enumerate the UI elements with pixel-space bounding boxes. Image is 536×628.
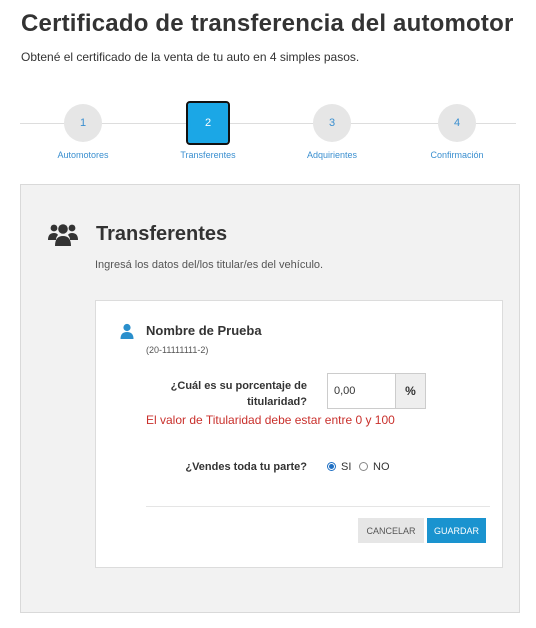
step-circle: 4 xyxy=(438,104,476,142)
section-description: Ingresá los datos del/los titular/es del… xyxy=(95,259,324,271)
sell-all-label: ¿Vendes toda tu parte? xyxy=(185,461,307,473)
page-subtitle: Obtené el certificado de la venta de tu … xyxy=(21,50,360,64)
step-label: Confirmación xyxy=(430,150,484,160)
step-label: Automotores xyxy=(57,150,109,160)
percentage-addon: % xyxy=(395,373,426,409)
step-3[interactable]: 3 Adquirientes xyxy=(277,104,387,160)
step-number: 1 xyxy=(79,117,87,129)
step-circle: 1 xyxy=(64,104,102,142)
radio-no[interactable] xyxy=(359,462,368,471)
step-4[interactable]: 4 Confirmación xyxy=(402,104,512,160)
step-label: Transferentes xyxy=(180,150,236,160)
step-1[interactable]: 1 Automotores xyxy=(28,104,138,160)
step-number: 4 xyxy=(453,117,461,129)
users-group-icon xyxy=(48,224,78,246)
cancel-button[interactable]: CANCELAR xyxy=(358,518,424,543)
radio-si[interactable] xyxy=(327,462,336,471)
person-name: Nombre de Prueba xyxy=(146,323,262,338)
user-icon xyxy=(120,323,134,339)
radio-si-label[interactable]: SI xyxy=(341,461,351,473)
radio-no-label[interactable]: NO xyxy=(373,461,390,473)
step-circle-active: 2 xyxy=(186,101,230,145)
percentage-input[interactable] xyxy=(327,373,396,409)
percentage-label: ¿Cuál es su porcentaje de titularidad? xyxy=(170,380,307,408)
step-number: 2 xyxy=(204,117,212,129)
page-title: Certificado de transferencia del automot… xyxy=(21,10,514,37)
step-2[interactable]: 2 Transferentes xyxy=(153,101,263,160)
person-card: Nombre de Prueba (20-11111111-2) ¿Cuál e… xyxy=(95,300,503,568)
section-title: Transferentes xyxy=(96,223,228,245)
step-label: Adquirientes xyxy=(306,150,358,160)
actions-divider xyxy=(146,506,490,507)
person-cuit: (20-11111111-2) xyxy=(146,345,209,355)
stepper: 1 Automotores 2 Transferentes 3 Adquirie… xyxy=(0,100,536,170)
error-message: El valor de Titularidad debe estar entre… xyxy=(146,413,395,427)
save-button[interactable]: GUARDAR xyxy=(427,518,486,543)
step-circle: 3 xyxy=(313,104,351,142)
transferentes-panel: Transferentes Ingresá los datos del/los … xyxy=(20,184,520,613)
step-number: 3 xyxy=(328,117,336,129)
